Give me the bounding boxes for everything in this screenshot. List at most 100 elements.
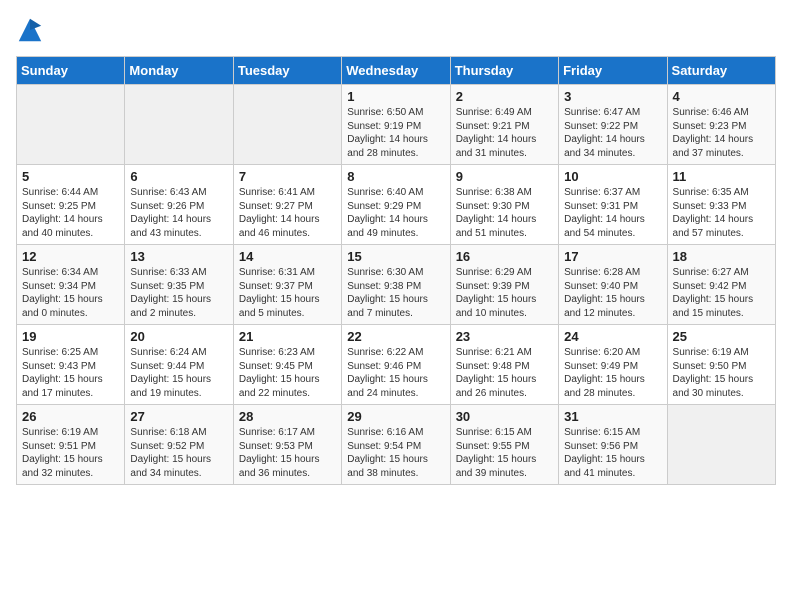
- day-number: 11: [673, 169, 770, 184]
- day-info: Sunrise: 6:25 AM Sunset: 9:43 PM Dayligh…: [22, 346, 119, 400]
- weekday-header: Tuesday: [233, 57, 341, 85]
- calendar-week-row: 19 Sunrise: 6:25 AM Sunset: 9:43 PM Dayli…: [17, 325, 776, 405]
- day-info: Sunrise: 6:37 AM Sunset: 9:31 PM Dayligh…: [564, 186, 661, 240]
- calendar-cell: 1 Sunrise: 6:50 AM Sunset: 9:19 PM Daylig…: [342, 85, 450, 165]
- day-number: 3: [564, 89, 661, 104]
- weekday-header: Monday: [125, 57, 233, 85]
- day-info: Sunrise: 6:50 AM Sunset: 9:19 PM Dayligh…: [347, 106, 444, 160]
- calendar-week-row: 12 Sunrise: 6:34 AM Sunset: 9:34 PM Dayli…: [17, 245, 776, 325]
- day-info: Sunrise: 6:29 AM Sunset: 9:39 PM Dayligh…: [456, 266, 553, 320]
- calendar-cell: [233, 85, 341, 165]
- calendar-cell: 19 Sunrise: 6:25 AM Sunset: 9:43 PM Dayli…: [17, 325, 125, 405]
- day-number: 22: [347, 329, 444, 344]
- day-info: Sunrise: 6:27 AM Sunset: 9:42 PM Dayligh…: [673, 266, 770, 320]
- calendar-cell: 17 Sunrise: 6:28 AM Sunset: 9:40 PM Dayli…: [559, 245, 667, 325]
- day-number: 9: [456, 169, 553, 184]
- day-info: Sunrise: 6:20 AM Sunset: 9:49 PM Dayligh…: [564, 346, 661, 400]
- day-number: 26: [22, 409, 119, 424]
- calendar-cell: 2 Sunrise: 6:49 AM Sunset: 9:21 PM Daylig…: [450, 85, 558, 165]
- calendar-header-row: SundayMondayTuesdayWednesdayThursdayFrid…: [17, 57, 776, 85]
- day-info: Sunrise: 6:44 AM Sunset: 9:25 PM Dayligh…: [22, 186, 119, 240]
- page-header: [16, 16, 776, 44]
- day-number: 17: [564, 249, 661, 264]
- calendar-cell: 4 Sunrise: 6:46 AM Sunset: 9:23 PM Daylig…: [667, 85, 775, 165]
- day-info: Sunrise: 6:49 AM Sunset: 9:21 PM Dayligh…: [456, 106, 553, 160]
- calendar-table: SundayMondayTuesdayWednesdayThursdayFrid…: [16, 56, 776, 485]
- day-number: 30: [456, 409, 553, 424]
- day-number: 16: [456, 249, 553, 264]
- day-info: Sunrise: 6:40 AM Sunset: 9:29 PM Dayligh…: [347, 186, 444, 240]
- day-info: Sunrise: 6:38 AM Sunset: 9:30 PM Dayligh…: [456, 186, 553, 240]
- day-number: 12: [22, 249, 119, 264]
- day-info: Sunrise: 6:33 AM Sunset: 9:35 PM Dayligh…: [130, 266, 227, 320]
- day-info: Sunrise: 6:43 AM Sunset: 9:26 PM Dayligh…: [130, 186, 227, 240]
- weekday-header: Sunday: [17, 57, 125, 85]
- calendar-cell: 26 Sunrise: 6:19 AM Sunset: 9:51 PM Dayli…: [17, 405, 125, 485]
- day-number: 6: [130, 169, 227, 184]
- day-info: Sunrise: 6:30 AM Sunset: 9:38 PM Dayligh…: [347, 266, 444, 320]
- calendar-cell: [17, 85, 125, 165]
- day-info: Sunrise: 6:21 AM Sunset: 9:48 PM Dayligh…: [456, 346, 553, 400]
- day-info: Sunrise: 6:28 AM Sunset: 9:40 PM Dayligh…: [564, 266, 661, 320]
- calendar-cell: 29 Sunrise: 6:16 AM Sunset: 9:54 PM Dayli…: [342, 405, 450, 485]
- day-number: 14: [239, 249, 336, 264]
- day-number: 19: [22, 329, 119, 344]
- calendar-cell: 31 Sunrise: 6:15 AM Sunset: 9:56 PM Dayli…: [559, 405, 667, 485]
- day-number: 7: [239, 169, 336, 184]
- day-info: Sunrise: 6:35 AM Sunset: 9:33 PM Dayligh…: [673, 186, 770, 240]
- day-info: Sunrise: 6:18 AM Sunset: 9:52 PM Dayligh…: [130, 426, 227, 480]
- calendar-cell: 14 Sunrise: 6:31 AM Sunset: 9:37 PM Dayli…: [233, 245, 341, 325]
- day-info: Sunrise: 6:15 AM Sunset: 9:56 PM Dayligh…: [564, 426, 661, 480]
- day-number: 1: [347, 89, 444, 104]
- calendar-cell: 7 Sunrise: 6:41 AM Sunset: 9:27 PM Daylig…: [233, 165, 341, 245]
- day-number: 8: [347, 169, 444, 184]
- day-info: Sunrise: 6:15 AM Sunset: 9:55 PM Dayligh…: [456, 426, 553, 480]
- day-info: Sunrise: 6:46 AM Sunset: 9:23 PM Dayligh…: [673, 106, 770, 160]
- day-info: Sunrise: 6:19 AM Sunset: 9:51 PM Dayligh…: [22, 426, 119, 480]
- day-info: Sunrise: 6:23 AM Sunset: 9:45 PM Dayligh…: [239, 346, 336, 400]
- calendar-cell: 15 Sunrise: 6:30 AM Sunset: 9:38 PM Dayli…: [342, 245, 450, 325]
- day-number: 29: [347, 409, 444, 424]
- day-info: Sunrise: 6:22 AM Sunset: 9:46 PM Dayligh…: [347, 346, 444, 400]
- day-number: 27: [130, 409, 227, 424]
- day-info: Sunrise: 6:16 AM Sunset: 9:54 PM Dayligh…: [347, 426, 444, 480]
- weekday-header: Thursday: [450, 57, 558, 85]
- day-info: Sunrise: 6:19 AM Sunset: 9:50 PM Dayligh…: [673, 346, 770, 400]
- calendar-cell: 6 Sunrise: 6:43 AM Sunset: 9:26 PM Daylig…: [125, 165, 233, 245]
- calendar-cell: [125, 85, 233, 165]
- day-number: 24: [564, 329, 661, 344]
- calendar-cell: 25 Sunrise: 6:19 AM Sunset: 9:50 PM Dayli…: [667, 325, 775, 405]
- day-number: 18: [673, 249, 770, 264]
- calendar-cell: 12 Sunrise: 6:34 AM Sunset: 9:34 PM Dayli…: [17, 245, 125, 325]
- day-number: 2: [456, 89, 553, 104]
- day-info: Sunrise: 6:47 AM Sunset: 9:22 PM Dayligh…: [564, 106, 661, 160]
- day-number: 23: [456, 329, 553, 344]
- day-number: 10: [564, 169, 661, 184]
- calendar-week-row: 26 Sunrise: 6:19 AM Sunset: 9:51 PM Dayli…: [17, 405, 776, 485]
- weekday-header: Wednesday: [342, 57, 450, 85]
- day-info: Sunrise: 6:31 AM Sunset: 9:37 PM Dayligh…: [239, 266, 336, 320]
- day-number: 28: [239, 409, 336, 424]
- day-info: Sunrise: 6:41 AM Sunset: 9:27 PM Dayligh…: [239, 186, 336, 240]
- weekday-header: Friday: [559, 57, 667, 85]
- day-number: 15: [347, 249, 444, 264]
- day-number: 4: [673, 89, 770, 104]
- calendar-cell: 30 Sunrise: 6:15 AM Sunset: 9:55 PM Dayli…: [450, 405, 558, 485]
- calendar-cell: [667, 405, 775, 485]
- calendar-cell: 18 Sunrise: 6:27 AM Sunset: 9:42 PM Dayli…: [667, 245, 775, 325]
- day-number: 20: [130, 329, 227, 344]
- day-number: 13: [130, 249, 227, 264]
- calendar-cell: 13 Sunrise: 6:33 AM Sunset: 9:35 PM Dayli…: [125, 245, 233, 325]
- day-number: 25: [673, 329, 770, 344]
- day-info: Sunrise: 6:34 AM Sunset: 9:34 PM Dayligh…: [22, 266, 119, 320]
- calendar-cell: 22 Sunrise: 6:22 AM Sunset: 9:46 PM Dayli…: [342, 325, 450, 405]
- calendar-cell: 5Sunrise: 6:44 AM Sunset: 9:25 PM Daylig…: [17, 165, 125, 245]
- logo: [16, 16, 48, 44]
- day-number: 21: [239, 329, 336, 344]
- day-info: Sunrise: 6:17 AM Sunset: 9:53 PM Dayligh…: [239, 426, 336, 480]
- calendar-cell: 11 Sunrise: 6:35 AM Sunset: 9:33 PM Dayli…: [667, 165, 775, 245]
- day-info: Sunrise: 6:24 AM Sunset: 9:44 PM Dayligh…: [130, 346, 227, 400]
- calendar-cell: 21 Sunrise: 6:23 AM Sunset: 9:45 PM Dayli…: [233, 325, 341, 405]
- calendar-cell: 23 Sunrise: 6:21 AM Sunset: 9:48 PM Dayli…: [450, 325, 558, 405]
- day-number: 31: [564, 409, 661, 424]
